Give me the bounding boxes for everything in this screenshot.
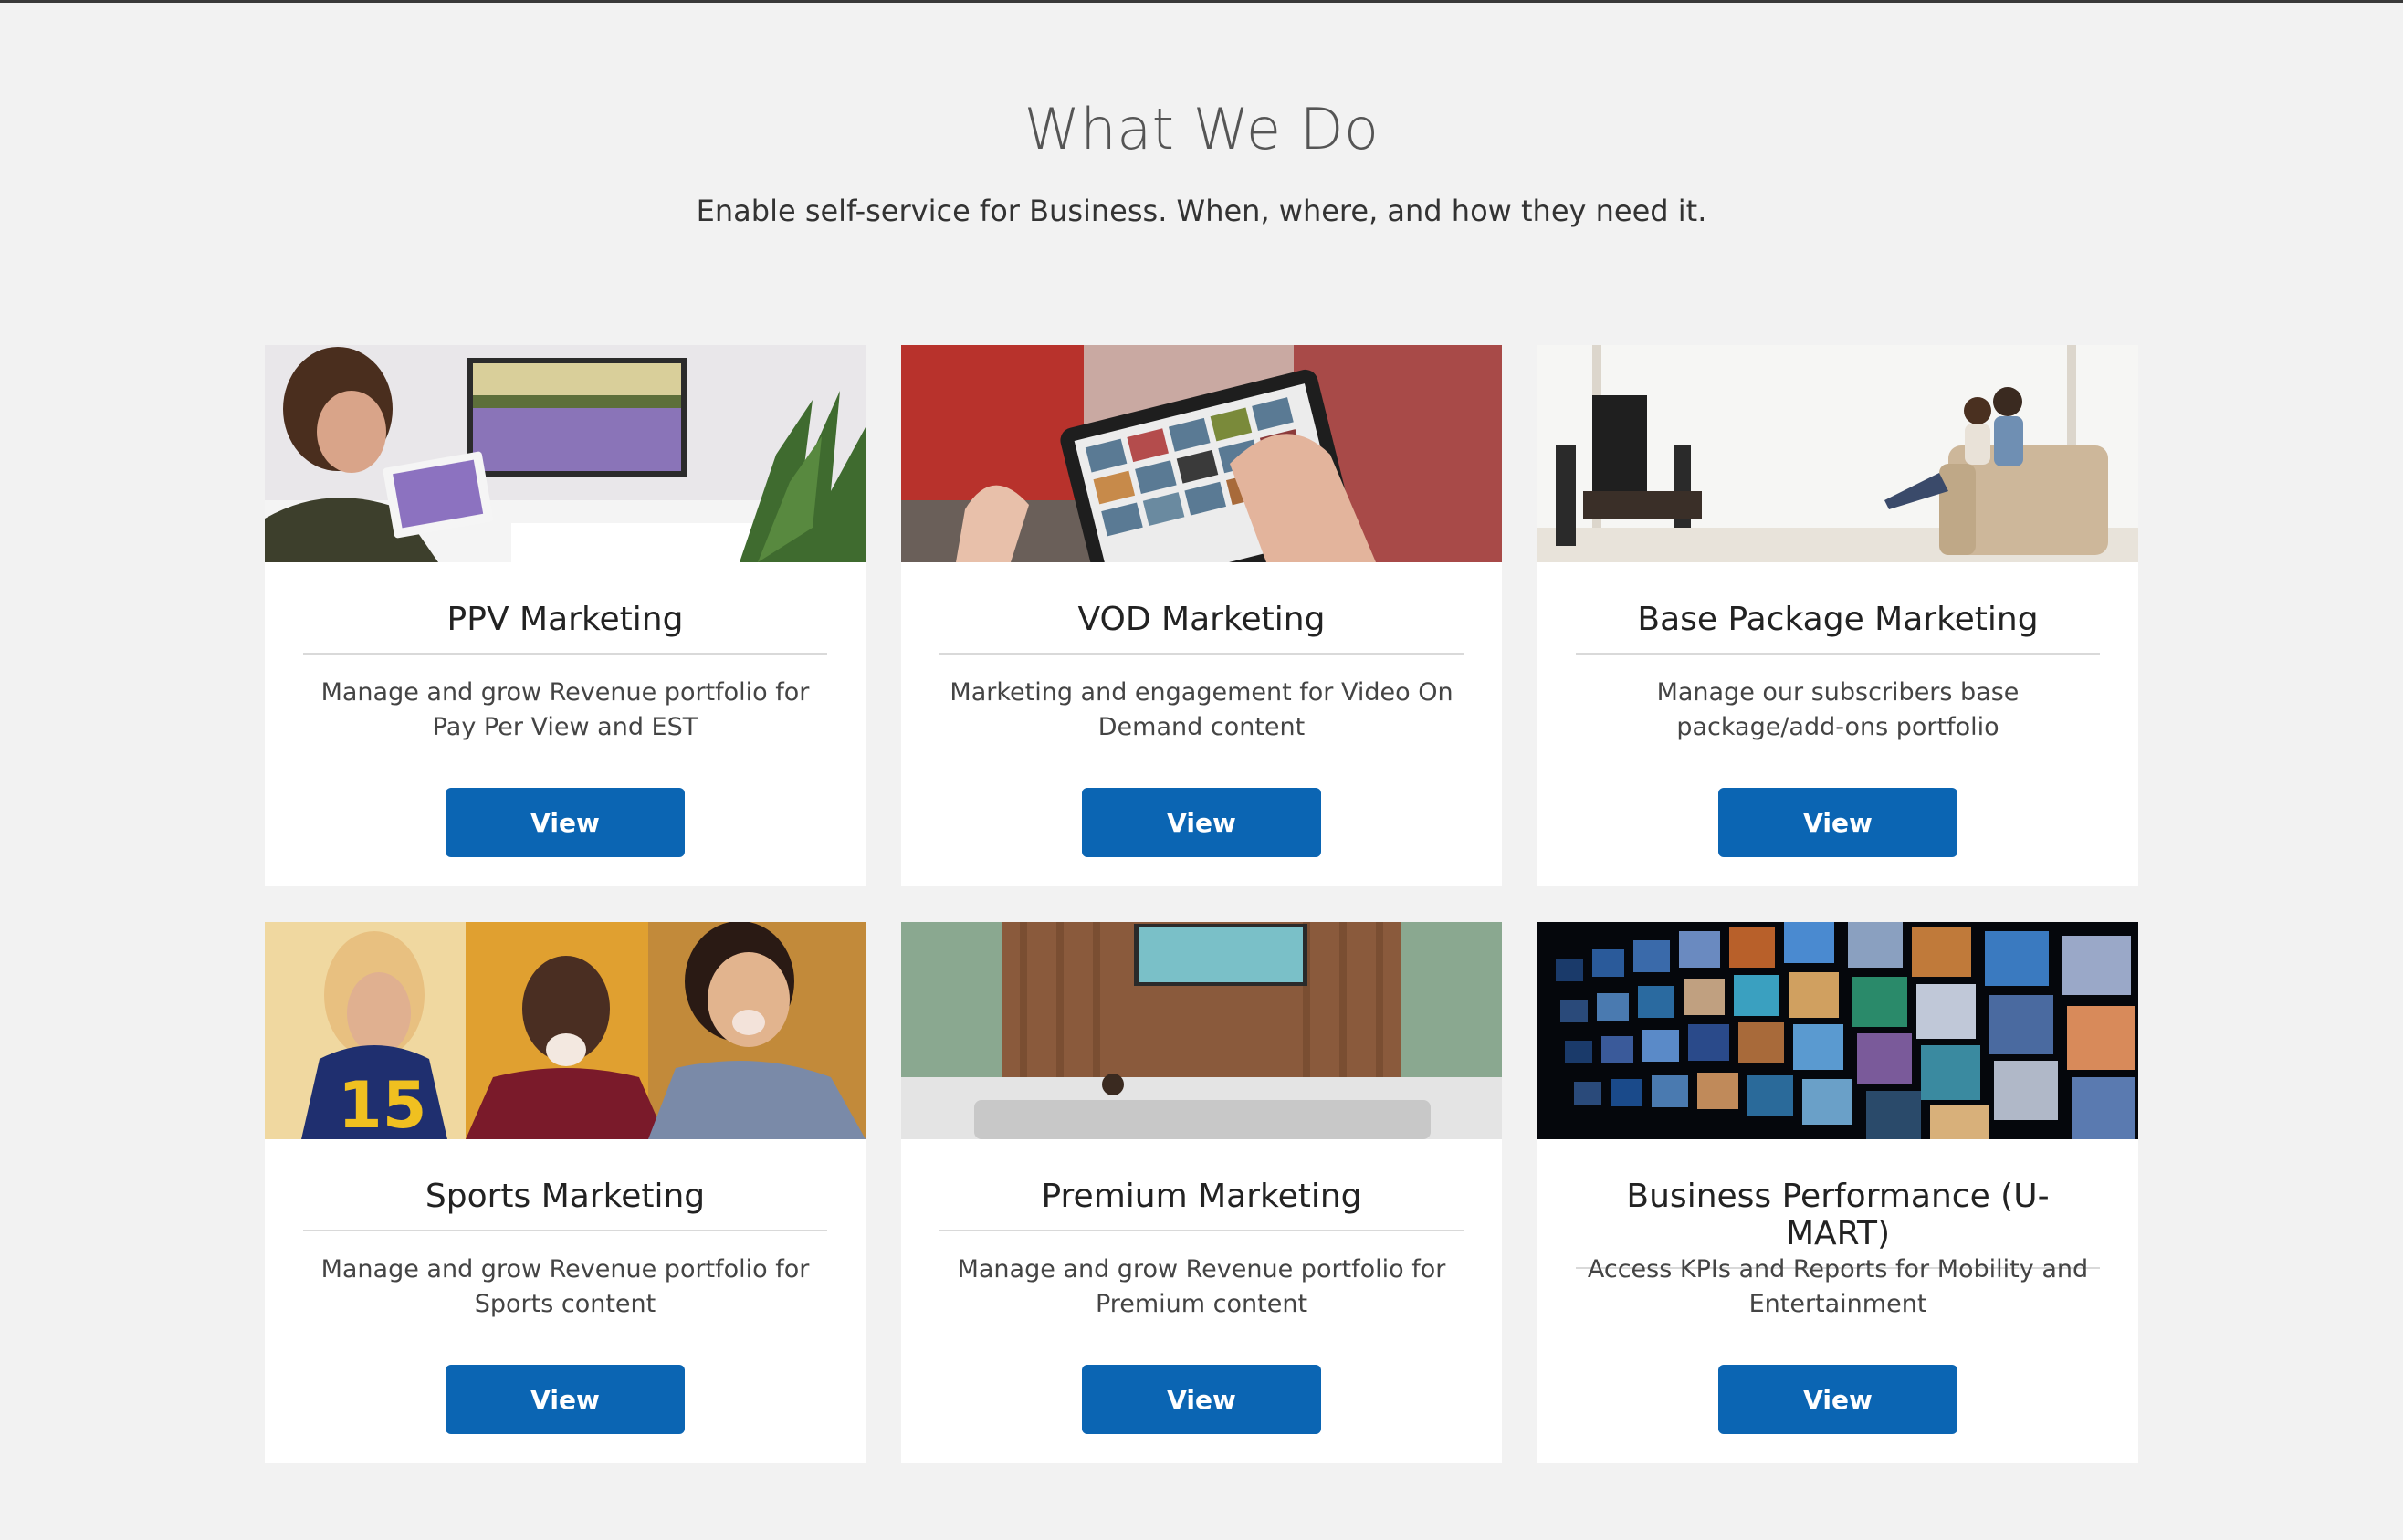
card-title: VOD Marketing [939, 601, 1464, 655]
card-vod-marketing: VOD Marketing Marketing and engagement f… [901, 345, 1502, 886]
view-button-sports[interactable]: View [446, 1365, 685, 1434]
card-description: Manage and grow Revenue portfolio for Sp… [320, 1255, 810, 1318]
view-button-vod[interactable]: View [1082, 788, 1321, 857]
view-button-business-performance[interactable]: View [1718, 1365, 1957, 1434]
video-wall-screens-image [1537, 922, 2138, 1139]
family-living-room-tv-image [1537, 345, 2138, 562]
card-description: Manage and grow Revenue portfolio for Pr… [957, 1255, 1446, 1318]
view-button-base-package[interactable]: View [1718, 788, 1957, 857]
tablet-video-grid-image [901, 345, 1502, 562]
card-base-package-marketing: Base Package Marketing Manage our subscr… [1537, 345, 2138, 886]
view-button-premium[interactable]: View [1082, 1365, 1321, 1434]
woman-with-tablet-and-tv-image [265, 345, 866, 562]
card-grid: PPV Marketing Manage and grow Revenue po… [265, 345, 2138, 1463]
card-description: Access KPIs and Reports for Mobility and… [1587, 1255, 2089, 1318]
card-description: Marketing and engagement for Video On De… [950, 678, 1453, 741]
top-rule [0, 0, 2403, 3]
page-subtitle: Enable self-service for Business. When, … [696, 194, 1707, 228]
svg-text:15: 15 [338, 1068, 426, 1139]
card-title: Premium Marketing [939, 1178, 1464, 1231]
card-title: Base Package Marketing [1576, 601, 2100, 655]
card-description: Manage and grow Revenue portfolio for Pa… [320, 678, 810, 741]
modern-lounge-tv-image [901, 922, 1502, 1139]
card-business-performance: Business Performance (U-MART) Access KPI… [1537, 922, 2138, 1463]
card-sports-marketing: 15 Sports Marketing Manage and grow Reve… [265, 922, 866, 1463]
view-button-ppv[interactable]: View [446, 788, 685, 857]
card-title: Sports Marketing [303, 1178, 827, 1231]
card-premium-marketing: Premium Marketing Manage and grow Revenu… [901, 922, 1502, 1463]
card-description: Manage our subscribers base package/add-… [1656, 678, 2020, 741]
cheering-sports-fans-image: 15 [265, 922, 866, 1139]
card-title: PPV Marketing [303, 601, 827, 655]
card-ppv-marketing: PPV Marketing Manage and grow Revenue po… [265, 345, 866, 886]
page-title: What We Do [1023, 96, 1380, 162]
